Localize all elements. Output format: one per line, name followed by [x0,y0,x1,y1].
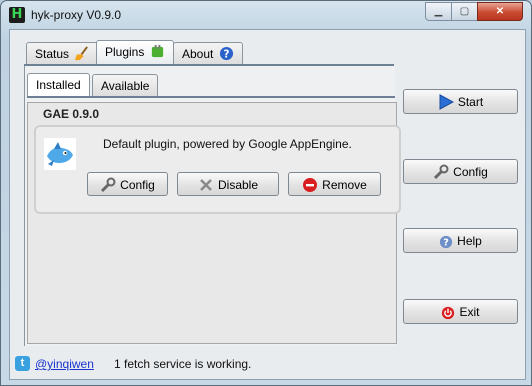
help-button[interactable]: ? Help [403,228,518,253]
subtab-installed-label: Installed [36,78,81,92]
gae-logo [44,138,76,170]
start-button[interactable]: Start [403,89,518,114]
svg-text:?: ? [443,238,449,249]
plugin-remove-button[interactable]: Remove [288,172,381,196]
plugin-name: GAE 0.9.0 [43,107,100,121]
close-button[interactable]: ✕ [477,2,523,21]
subtab-available-label: Available [101,79,150,93]
title-bar[interactable]: H hyk-proxy V0.9.0 ▁ ▢ ✕ [1,1,531,29]
client-area: Status Plugins About ? Installed Availab… [9,29,526,380]
subtab-divider [27,96,395,98]
window-title: hyk-proxy V0.9.0 [31,8,122,22]
app-icon: H [9,7,25,23]
remove-icon [303,178,318,192]
exit-label: Exit [459,305,480,319]
twitter-link[interactable]: @yinqiwen [35,357,94,371]
help-label: Help [457,234,482,248]
help-icon: ? [440,235,453,249]
tab-status-label: Status [35,47,70,61]
help-icon: ? [219,46,233,60]
tab-status[interactable]: Status [26,42,99,65]
power-icon [442,306,455,320]
installed-plugins-list: GAE 0.9.0 Default plugin, powered by Goo… [27,102,401,344]
plugin-disable-button[interactable]: Disable [177,172,279,196]
plugin-disable-label: Disable [217,178,259,192]
wrench-icon [101,177,116,193]
tab-about[interactable]: About ? [173,42,243,65]
plugin-remove-label: Remove [322,178,367,192]
plugin-config-button[interactable]: Config [87,172,168,196]
subtab-installed[interactable]: Installed [27,73,90,98]
config-button[interactable]: Config [403,159,518,184]
plugin-icon [151,44,163,58]
plugin-description: Default plugin, powered by Google AppEng… [103,137,352,151]
plugin-card: Default plugin, powered by Google AppEng… [34,125,401,214]
tab-plugins[interactable]: Plugins [96,40,174,65]
config-label: Config [453,165,488,179]
app-window: H hyk-proxy V0.9.0 ▁ ▢ ✕ Status Plugins … [0,0,532,386]
maximize-button[interactable]: ▢ [451,2,478,21]
tab-plugins-label: Plugins [105,45,145,59]
subtab-available[interactable]: Available [92,74,159,97]
tab-about-label: About [182,47,214,61]
wrench-icon [434,164,449,180]
start-label: Start [457,95,484,109]
exit-button[interactable]: Exit [403,299,518,324]
status-bar: t @yinqiwen 1 fetch service is working. [10,353,525,377]
broom-icon [75,46,89,61]
twitter-icon: t [15,356,30,371]
plugin-config-label: Config [120,178,155,192]
disable-tools-icon [200,179,212,191]
plugins-panel: Installed Available GAE 0.9.0 Default pl… [24,66,401,346]
minimize-button[interactable]: ▁ [425,2,452,21]
play-icon [439,94,454,110]
svg-text:?: ? [223,48,229,60]
status-message: 1 fetch service is working. [114,357,252,371]
